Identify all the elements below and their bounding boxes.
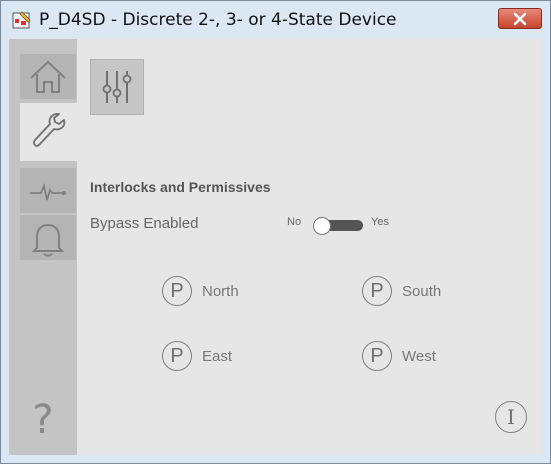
permissive-label: South — [402, 282, 442, 300]
window-title: P_D4SD - Discrete 2-, 3- or 4-State Devi… — [39, 10, 397, 30]
nav-home[interactable] — [20, 54, 76, 99]
permissive-east[interactable]: P East — [162, 341, 232, 371]
nav-trends[interactable] — [20, 168, 76, 213]
faceplate-body: ? Interlocks and Permissives Bypass Enab… — [9, 39, 542, 455]
permissive-label: East — [202, 347, 233, 365]
permissive-label: West — [402, 347, 436, 365]
permissive-west[interactable]: P West — [362, 341, 436, 371]
permissive-icon: P — [362, 276, 392, 306]
permissive-label: North — [202, 282, 239, 300]
info-button[interactable]: I — [495, 401, 527, 433]
close-icon — [513, 12, 527, 25]
wrench-icon — [32, 112, 65, 147]
permissive-south[interactable]: P South — [362, 276, 441, 306]
bypass-label: Bypass Enabled — [90, 215, 199, 232]
bell-icon — [31, 223, 65, 256]
permissive-icon: P — [362, 341, 392, 371]
toggle-knob — [313, 217, 331, 235]
toggle-off-label: No — [287, 216, 302, 228]
sliders-icon — [102, 71, 132, 103]
help-button[interactable]: ? — [9, 397, 77, 447]
permissive-north[interactable]: P North — [162, 276, 239, 306]
trend-icon — [30, 182, 66, 200]
nav-alarms[interactable] — [20, 215, 76, 260]
permissive-icon: P — [162, 341, 192, 371]
sidebar: ? — [9, 39, 77, 455]
toggle-on-label: Yes — [371, 216, 389, 228]
permissive-icon: P — [162, 276, 192, 306]
faceplate-window: P_D4SD - Discrete 2-, 3- or 4-State Devi… — [0, 0, 551, 464]
nav-maintenance[interactable] — [20, 103, 77, 161]
bypass-toggle[interactable] — [313, 217, 365, 235]
engineering-settings-button[interactable] — [90, 59, 144, 115]
title-bar: P_D4SD - Discrete 2-, 3- or 4-State Devi… — [1, 1, 550, 39]
app-icon — [12, 11, 31, 29]
section-title: Interlocks and Permissives — [90, 179, 271, 195]
home-icon — [30, 60, 66, 93]
close-button[interactable] — [498, 8, 542, 29]
